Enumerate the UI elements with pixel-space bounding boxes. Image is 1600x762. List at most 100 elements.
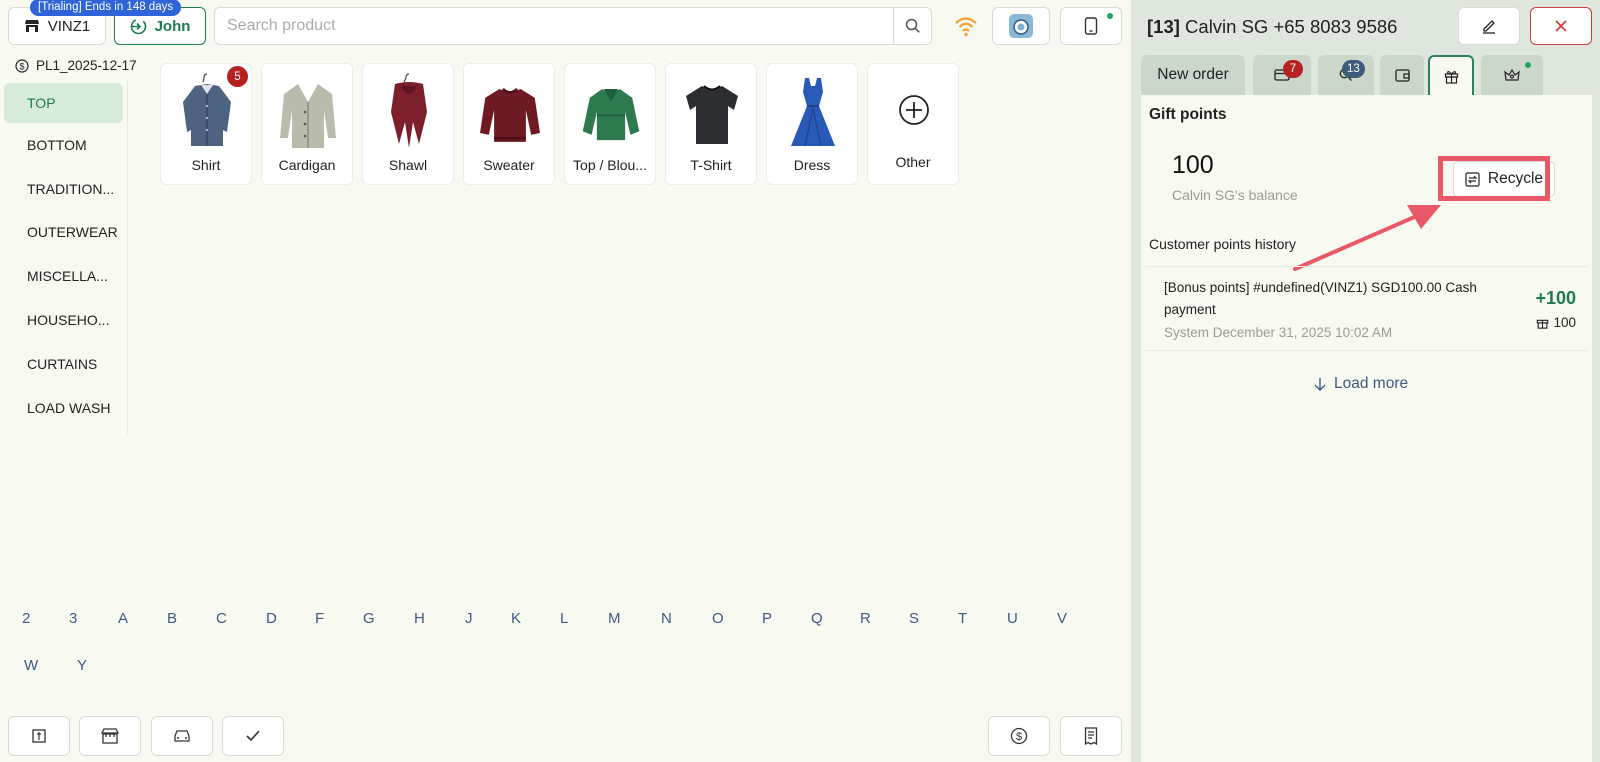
alpha-key[interactable]: T	[958, 610, 967, 627]
store-pickup-button[interactable]	[79, 716, 141, 756]
check-icon	[246, 730, 260, 742]
alpha-key[interactable]: O	[712, 610, 724, 627]
product-tile-other[interactable]: Other	[867, 63, 959, 185]
crown-icon	[1504, 68, 1520, 81]
tablet-icon	[1084, 17, 1098, 35]
close-icon	[1555, 20, 1567, 32]
product-tile-sweater[interactable]: Sweater	[463, 63, 555, 185]
alpha-key[interactable]: 2	[22, 610, 30, 627]
tab-membership[interactable]	[1481, 55, 1543, 95]
customer-title: [13] Calvin SG +65 8083 9586	[1147, 16, 1397, 38]
alpha-key[interactable]: U	[1007, 610, 1018, 627]
alpha-key[interactable]: W	[24, 657, 38, 674]
edit-customer-button[interactable]	[1458, 7, 1520, 45]
pricelist-text: PL1_2025-12-17	[36, 58, 137, 73]
shirt-icon	[183, 73, 231, 146]
alpha-key[interactable]: N	[661, 610, 672, 627]
alpha-key[interactable]: D	[266, 610, 277, 627]
gift-icon	[1444, 70, 1458, 84]
balance-label: Calvin SG's balance	[1172, 187, 1298, 203]
delivery-button[interactable]	[151, 716, 213, 756]
history-meta: System December 31, 2025 10:02 AM	[1164, 325, 1393, 340]
alpha-key[interactable]: C	[216, 610, 227, 627]
alpha-key[interactable]: M	[608, 610, 621, 627]
payment-button[interactable]: $	[988, 716, 1050, 756]
product-label: Cardigan	[278, 157, 336, 173]
history-row: [Bonus points] #undefined(VINZ1) SGD100.…	[1145, 266, 1588, 351]
customer-panel: [13] Calvin SG +65 8083 9586 New order 7…	[1131, 0, 1600, 762]
load-more-button[interactable]: Load more	[1314, 375, 1408, 393]
device-button[interactable]	[1060, 7, 1122, 45]
tab-search[interactable]: 13	[1318, 55, 1374, 95]
alpha-key[interactable]: P	[762, 610, 772, 627]
tag-button[interactable]	[8, 716, 70, 756]
alpha-key[interactable]: K	[511, 610, 521, 627]
alpha-key[interactable]: H	[414, 610, 425, 627]
gift-points-content: Gift points 100 Calvin SG's balance Recy…	[1141, 95, 1592, 762]
alpha-key[interactable]: R	[860, 610, 871, 627]
category-item-curtains[interactable]: CURTAINS	[0, 342, 127, 386]
payments-badge: 7	[1283, 60, 1303, 78]
quantity-badge: 5	[227, 66, 248, 87]
shawl-icon	[391, 73, 427, 148]
order-number: [13]	[1147, 16, 1180, 37]
car-icon	[174, 730, 190, 742]
svg-text:$: $	[1016, 731, 1022, 743]
confirm-button[interactable]	[222, 716, 284, 756]
category-item-traditional[interactable]: TRADITION...	[0, 167, 127, 211]
product-label: Sweater	[483, 157, 535, 173]
alpha-key[interactable]: Q	[811, 610, 823, 627]
product-label: Shirt	[191, 157, 221, 173]
alpha-key[interactable]: F	[315, 610, 324, 627]
close-button[interactable]	[1530, 7, 1592, 45]
price-tag-icon	[32, 729, 46, 743]
category-item-outerwear[interactable]: OUTERWEAR	[0, 211, 127, 255]
store-label: VINZ1	[47, 17, 91, 35]
alpha-key[interactable]: J	[465, 610, 473, 627]
cardigan-icon	[280, 84, 336, 148]
category-item-miscellaneous[interactable]: MISCELLA...	[0, 254, 127, 298]
product-tile-top-blouse[interactable]: Top / Blou...	[564, 63, 656, 185]
highlight-box	[1438, 156, 1550, 201]
logo-button[interactable]	[992, 7, 1050, 45]
product-label: Dress	[793, 157, 831, 173]
tab-new-order-label: New order	[1157, 66, 1229, 83]
login-icon	[130, 18, 146, 34]
category-item-household[interactable]: HOUSEHO...	[0, 298, 127, 342]
store-icon	[101, 728, 119, 744]
product-tile-shirt[interactable]: 5 Shirt	[160, 63, 252, 185]
alpha-key[interactable]: 3	[69, 610, 77, 627]
history-total: 100	[1536, 315, 1576, 330]
alpha-key[interactable]: Y	[77, 657, 87, 674]
customer-name: Calvin SG +65 8083 9586	[1185, 16, 1398, 37]
category-item-load-wash[interactable]: LOAD WASH	[0, 386, 127, 430]
search-input[interactable]	[215, 8, 883, 44]
alpha-key[interactable]: V	[1057, 610, 1067, 627]
product-tile-dress[interactable]: Dress	[766, 63, 858, 185]
alpha-key[interactable]: S	[909, 610, 919, 627]
alpha-key[interactable]: B	[167, 610, 177, 627]
product-label: Other	[895, 154, 931, 170]
alpha-key[interactable]: G	[363, 610, 375, 627]
main-pane: VINZ1 [Trialing] Ends in 148 days John S…	[0, 0, 1131, 762]
product-tile-tshirt[interactable]: T-Shirt	[665, 63, 757, 185]
tab-payments[interactable]: 7	[1253, 55, 1311, 95]
pricelist-label[interactable]: $ PL1_2025-12-17	[15, 58, 137, 73]
tab-new-order[interactable]: New order	[1141, 55, 1245, 95]
tab-wallet[interactable]	[1380, 55, 1424, 95]
product-tile-shawl[interactable]: Shawl	[362, 63, 454, 185]
product-label: Shawl	[388, 157, 428, 173]
product-tile-cardigan[interactable]: Cardigan	[261, 63, 353, 185]
category-item-top[interactable]: TOP	[4, 83, 123, 123]
dollar-circle-icon: $	[15, 58, 29, 73]
alpha-key[interactable]: A	[118, 610, 128, 627]
tab-gift-points[interactable]	[1428, 55, 1474, 95]
category-item-bottom[interactable]: BOTTOM	[0, 123, 127, 167]
category-list: TOP BOTTOM TRADITION... OUTERWEAR MISCEL…	[0, 80, 128, 434]
receipt-button[interactable]	[1060, 716, 1122, 756]
search-badge: 13	[1342, 60, 1365, 78]
alpha-key[interactable]: L	[560, 610, 568, 627]
arrow-down-icon	[1314, 378, 1326, 391]
search-button[interactable]	[893, 8, 931, 44]
sweater-icon	[480, 87, 540, 142]
